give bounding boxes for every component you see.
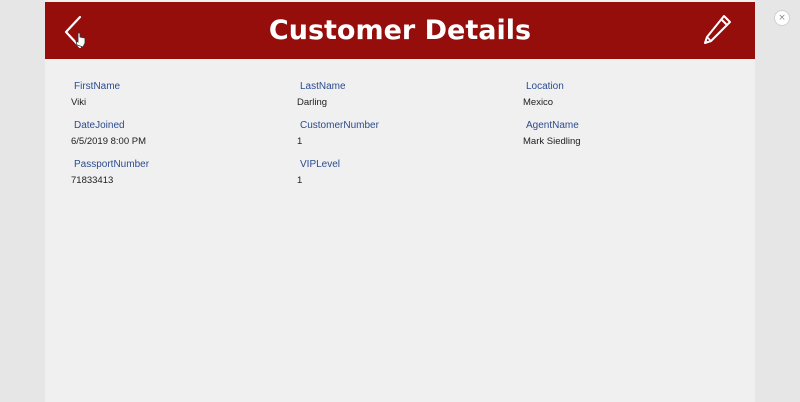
field-value: Viki	[71, 97, 87, 108]
field-value: 71833413	[71, 175, 114, 186]
field-value: 1	[297, 175, 303, 186]
field-label: VIPLevel	[300, 159, 341, 170]
field-value: Mark Siedling	[523, 136, 581, 147]
field-value: 6/5/2019 8:00 PM	[71, 136, 146, 147]
chevron-left-icon	[64, 15, 86, 49]
field-label: CustomerNumber	[300, 120, 379, 131]
pencil-icon	[704, 15, 731, 44]
back-button[interactable]	[61, 12, 89, 52]
close-icon: ×	[778, 13, 786, 23]
field-value: Darling	[297, 97, 328, 108]
field-label: FirstName	[74, 81, 121, 92]
field-label: DateJoined	[74, 120, 125, 131]
hand-cursor-icon	[75, 32, 86, 48]
edit-button[interactable]	[699, 12, 735, 50]
page-title: Customer Details	[268, 15, 532, 46]
field-value: Mexico	[523, 97, 554, 108]
field-value: 1	[297, 136, 303, 147]
field-label: AgentName	[526, 120, 579, 131]
field-label: LastName	[300, 81, 346, 92]
field-label: PassportNumber	[74, 159, 150, 170]
header-bar: Customer Details	[45, 2, 755, 59]
close-button[interactable]: ×	[774, 10, 790, 26]
app-screen: Customer Details FirstName Viki LastName…	[45, 0, 755, 402]
field-label: Location	[526, 81, 564, 92]
